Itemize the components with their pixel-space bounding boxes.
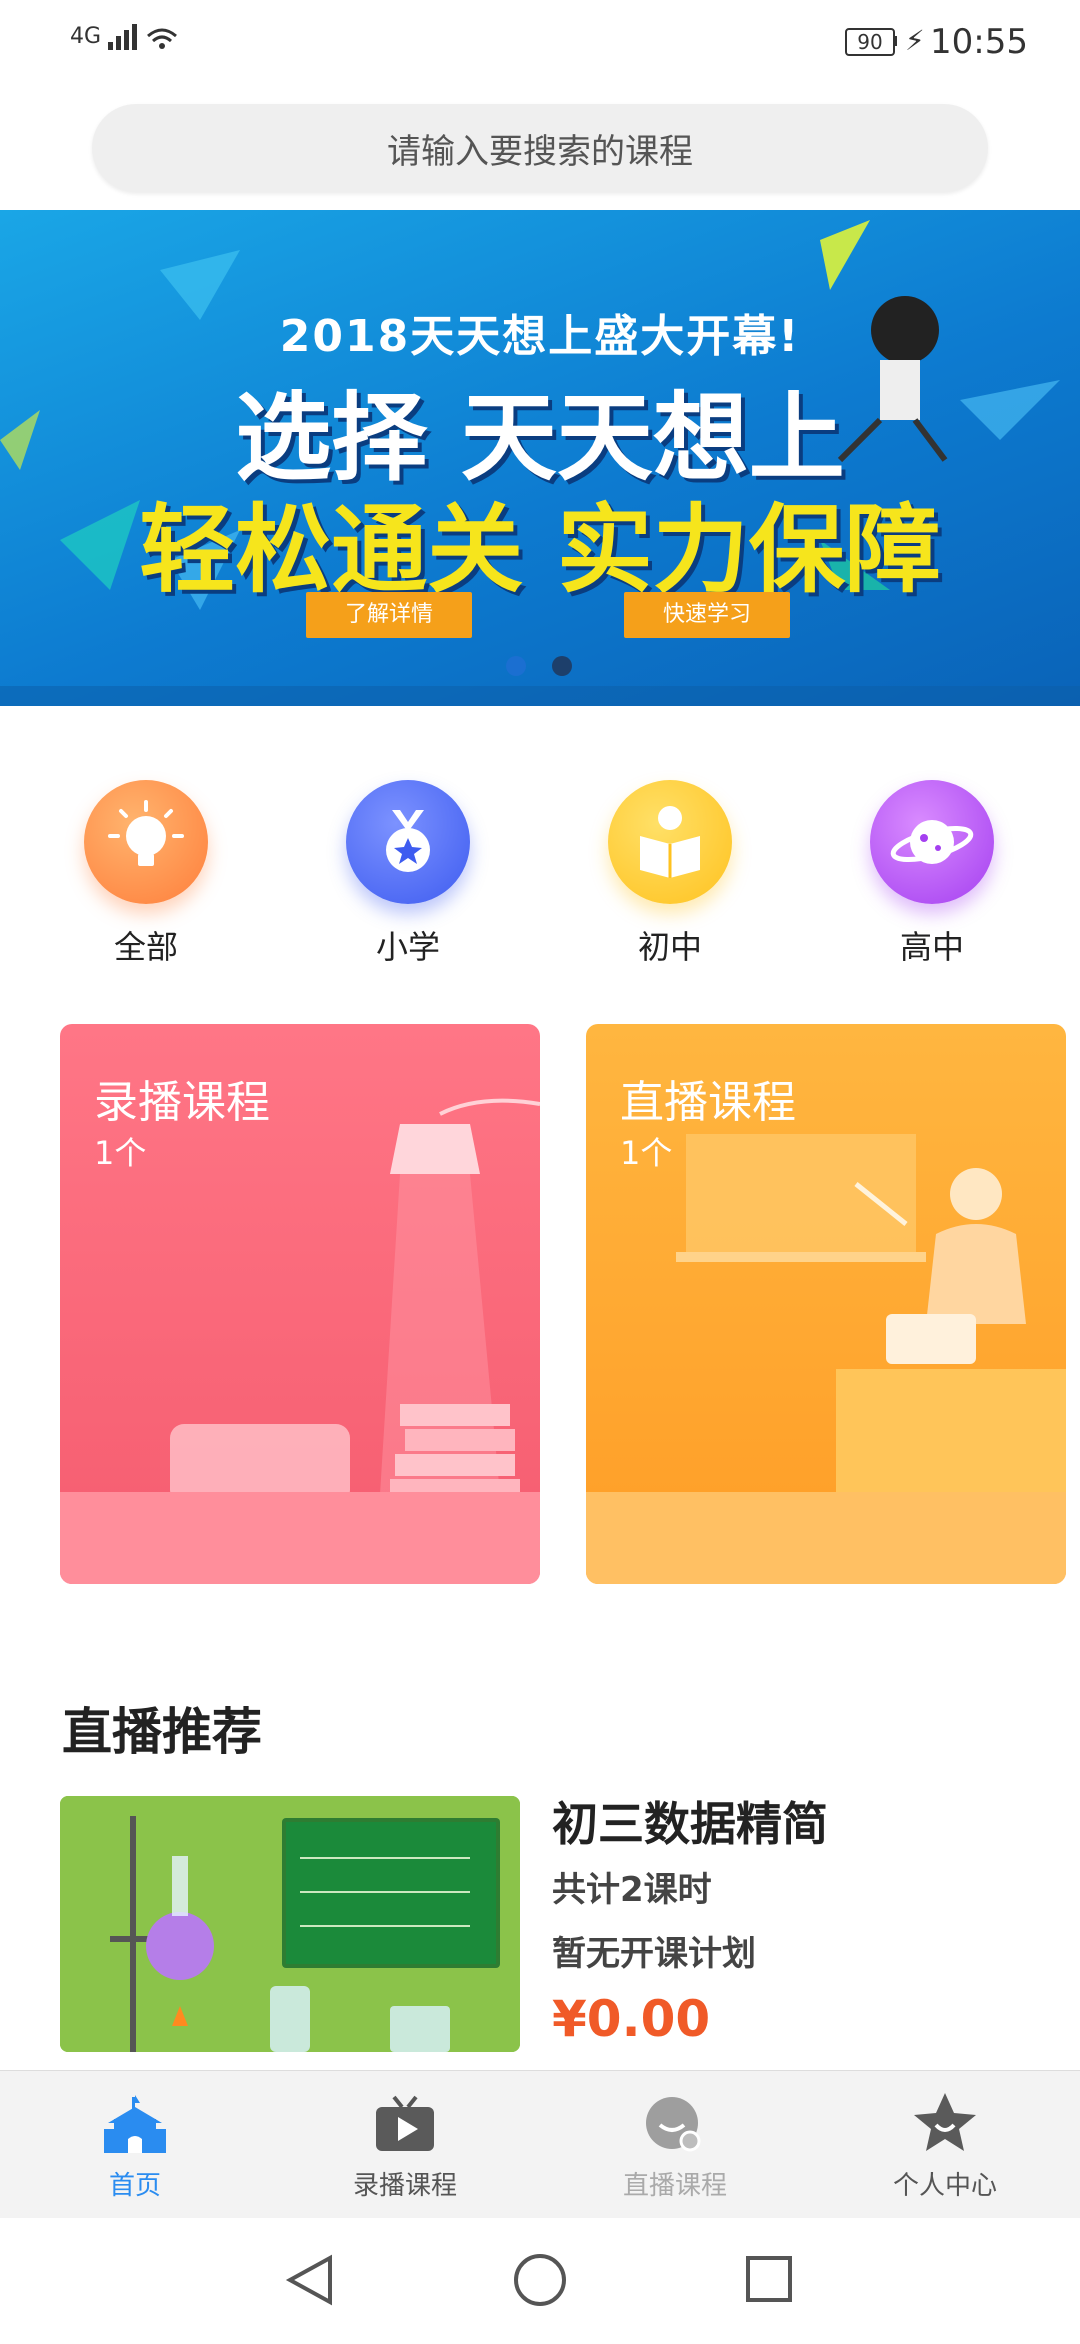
tab-live[interactable]: 直播课程	[540, 2071, 810, 2219]
battery-icon: 90	[845, 28, 895, 56]
bulb-icon	[84, 780, 208, 904]
tab-label: 个人中心	[892, 2171, 997, 2201]
course-lessons: 共计2课时	[552, 1870, 712, 1910]
tab-recorded[interactable]: 录播课程	[270, 2071, 540, 2219]
banner-detail-button[interactable]: 了解详情	[306, 592, 472, 638]
category-label: 全部	[113, 928, 178, 966]
card-floor	[60, 1492, 540, 1584]
card-title: 直播课程	[620, 1077, 796, 1128]
card-title: 录播课程	[94, 1077, 270, 1128]
chemistry-illustration	[60, 1796, 520, 2052]
signal-icon: 4G	[70, 22, 178, 52]
category-label: 高中	[899, 928, 964, 966]
system-navigation-bar	[0, 2218, 1080, 2340]
category-junior[interactable]: 初中	[590, 780, 750, 968]
category-primary[interactable]: 小学	[328, 780, 488, 968]
clock: 10:55	[930, 22, 1028, 62]
banner-learn-button[interactable]: 快速学习	[624, 592, 790, 638]
banner-headline-2: 轻松通关 实力保障	[139, 494, 941, 606]
back-icon[interactable]	[285, 2254, 332, 2306]
category-label: 小学	[375, 928, 440, 966]
card-floor	[586, 1492, 1066, 1584]
home-nav-icon[interactable]	[514, 2254, 566, 2306]
course-thumbnail[interactable]	[60, 1796, 520, 2052]
tab-label: 首页	[108, 2171, 161, 2201]
carousel-dot-active[interactable]	[506, 656, 526, 676]
card-count: 1个	[94, 1134, 147, 1172]
course-plan: 暂无开课计划	[552, 1934, 756, 1974]
course-price: ¥0.00	[552, 1990, 711, 2048]
recents-icon[interactable]	[746, 2256, 792, 2302]
tab-profile[interactable]: 个人中心	[810, 2071, 1080, 2219]
promo-banner[interactable]: 2018天天想上盛大开幕! 选择 天天想上 轻松通关 实力保障 了解详情 快速学…	[0, 210, 1080, 706]
bottom-tab-bar: 首页 录播课程 直播课程 个人中心	[0, 2070, 1080, 2219]
category-all[interactable]: 全部	[66, 780, 226, 968]
recorded-courses-card[interactable]: 录播课程 1个	[60, 1024, 540, 1584]
category-senior[interactable]: 高中	[852, 780, 1012, 968]
tab-home[interactable]: 首页	[0, 2071, 270, 2219]
live-icon	[646, 2097, 701, 2152]
reading-icon	[608, 780, 732, 904]
video-icon	[376, 2095, 434, 2151]
section-title: 直播推荐	[62, 1703, 262, 1761]
planet-icon	[870, 780, 994, 904]
course-title[interactable]: 初三数据精简	[552, 1788, 828, 1854]
card-count: 1个	[620, 1134, 673, 1172]
banner-subheadline: 2018天天想上盛大开幕!	[279, 311, 801, 362]
carousel-dot[interactable]	[552, 656, 572, 676]
network-type: 4G	[70, 24, 102, 49]
tab-label: 直播课程	[622, 2171, 727, 2201]
search-placeholder: 请输入要搜索的课程	[387, 131, 693, 172]
battery-tip	[893, 36, 897, 46]
home-icon	[104, 2095, 166, 2153]
search-input[interactable]: 请输入要搜索的课程	[92, 104, 988, 192]
charging-icon: ⚡	[905, 24, 925, 57]
status-bar: 4G 90 ⚡ 10:55	[0, 0, 1080, 92]
star-icon	[914, 2093, 976, 2151]
category-label: 初中	[637, 928, 702, 966]
medal-icon	[346, 780, 470, 904]
tab-label: 录播课程	[352, 2171, 457, 2201]
live-courses-card[interactable]: 直播课程 1个	[586, 1024, 1066, 1584]
